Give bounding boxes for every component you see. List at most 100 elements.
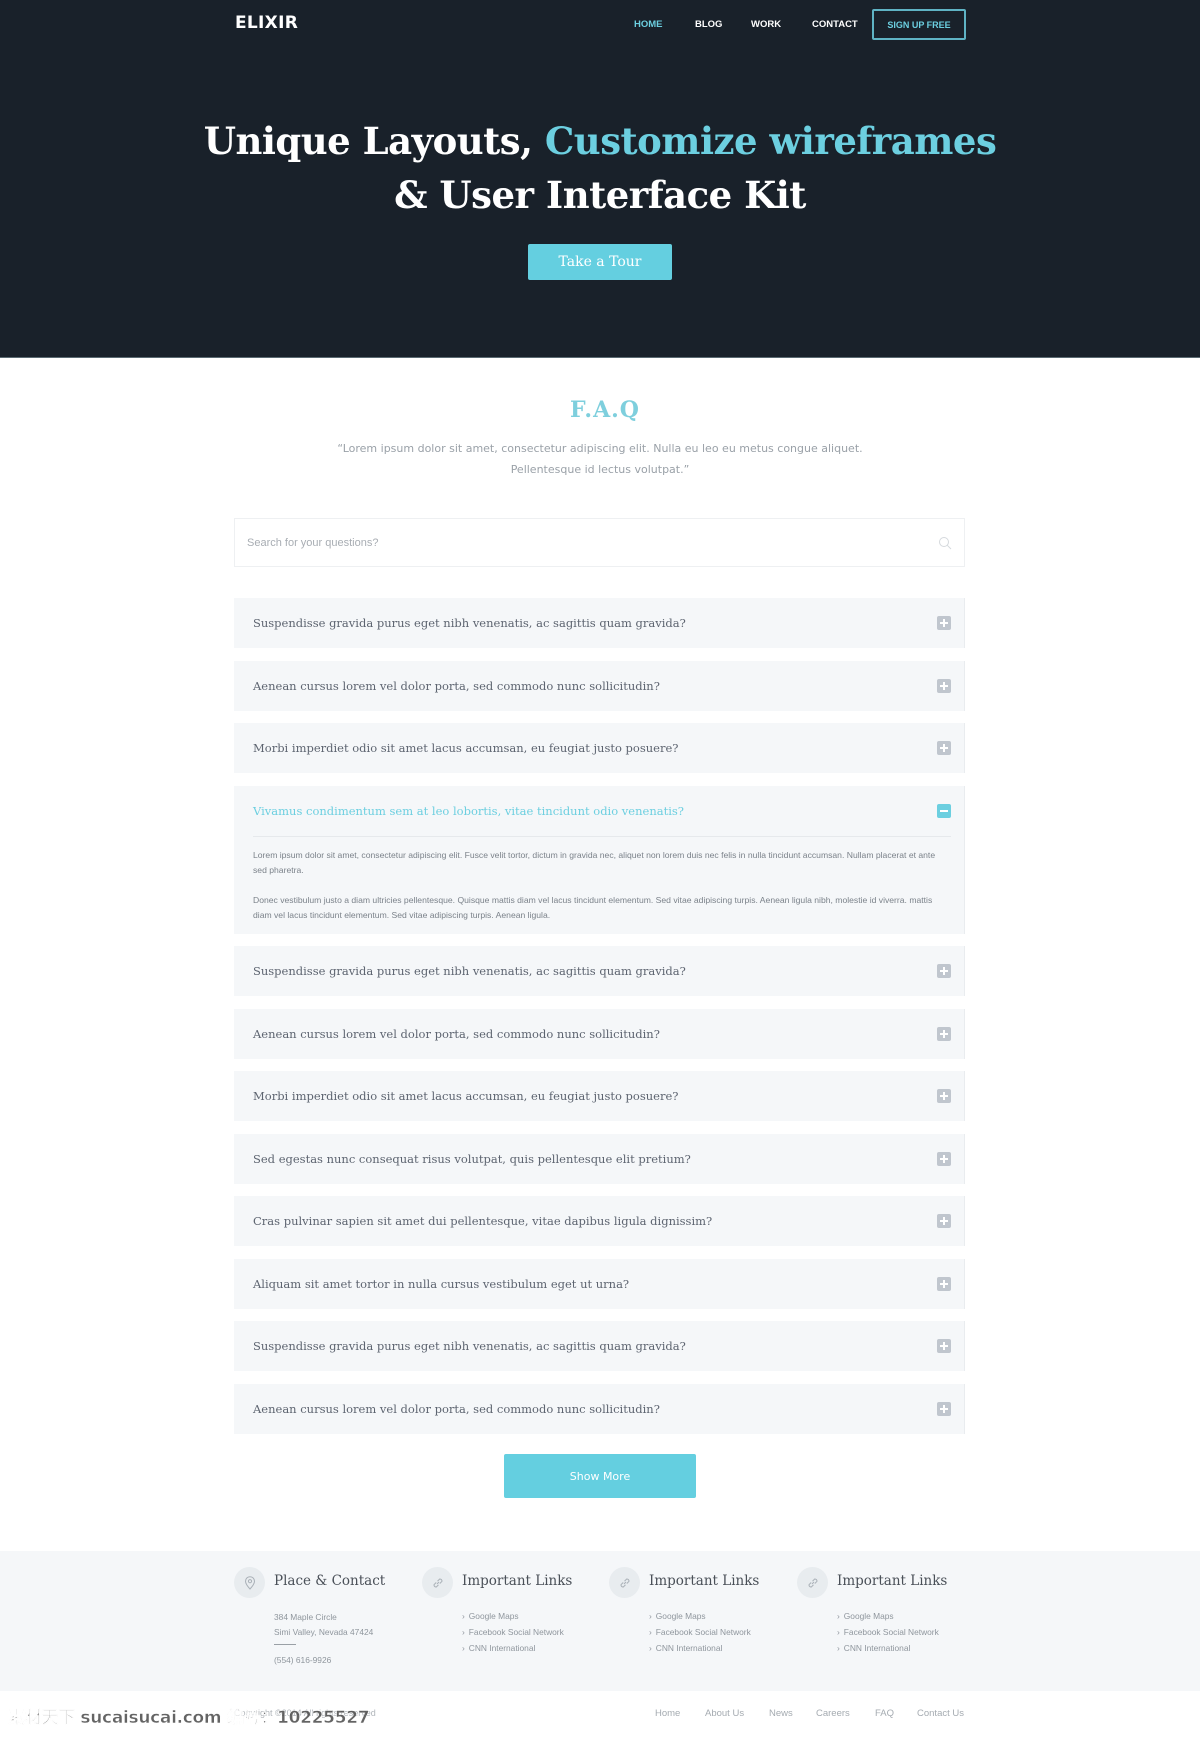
- faq-question[interactable]: Suspendisse gravida purus eget nibh vene…: [253, 598, 686, 648]
- faq-answer-paragraph: Lorem ipsum dolor sit amet, consectetur …: [253, 849, 936, 875]
- contact-divider: [274, 1644, 296, 1645]
- top-nav: ELIXIR HOME BLOG WORK CONTACT SIGN UP FR…: [0, 0, 1200, 50]
- collapse-minus-icon[interactable]: [937, 803, 951, 818]
- expand-plus-icon[interactable]: [937, 1089, 951, 1103]
- footer-link-label: Google Maps: [468, 1611, 519, 1621]
- link-icon: [422, 1567, 453, 1598]
- faq-subtitle-line2: Pellentesque id lectus volutpat.”: [510, 463, 690, 476]
- footer-links-title: Important Links: [649, 1573, 760, 1589]
- footer-links-list: › Google Maps › Facebook Social Network › CNN…: [649, 1610, 751, 1658]
- faq-item[interactable]: Cras pulvinar sapien sit amet dui pellen…: [234, 1196, 965, 1246]
- faq-question[interactable]: Suspendisse gravida purus eget nibh vene…: [253, 946, 686, 996]
- link-icon: [609, 1567, 640, 1598]
- chevron-right-icon: ›: [462, 1611, 465, 1621]
- nav-contact[interactable]: CONTACT: [812, 19, 858, 30]
- footer-links-list: › Google Maps › Facebook Social Network › CNN…: [462, 1610, 564, 1658]
- footer-link-label: Facebook Social Network: [468, 1627, 564, 1637]
- faq-item[interactable]: Sed egestas nunc consequat risus volutpa…: [234, 1133, 965, 1184]
- faq-item[interactable]: Suspendisse gravida purus eget nibh vene…: [234, 1321, 965, 1371]
- footer-link-label: CNN International: [843, 1643, 911, 1653]
- footer-links-list: › Google Maps › Facebook Social Network › CNN…: [837, 1610, 939, 1658]
- expand-plus-icon[interactable]: [937, 678, 951, 693]
- hero-title: Unique Layouts, Customize wireframes & U…: [0, 114, 1200, 222]
- faq-question[interactable]: Morbi imperdiet odio sit amet lacus accu…: [253, 1071, 678, 1121]
- footer-link-label: Google Maps: [843, 1611, 894, 1621]
- expand-plus-icon[interactable]: [937, 1151, 951, 1166]
- faq-question[interactable]: Aenean cursus lorem vel dolor porta, sed…: [253, 661, 660, 711]
- footer-link-label: Facebook Social Network: [655, 1627, 751, 1637]
- nav-home[interactable]: HOME: [634, 19, 663, 30]
- search-input[interactable]: [235, 519, 964, 566]
- hero-title-accent: Customize wireframes: [544, 119, 997, 163]
- faq-item[interactable]: Suspendisse gravida purus eget nibh vene…: [234, 946, 965, 996]
- bottom-link-careers[interactable]: Careers: [816, 1708, 850, 1719]
- footer-contact-details: 384 Maple Circle Simi Valley, Nevada 474…: [274, 1610, 373, 1668]
- take-a-tour-button[interactable]: Take a Tour: [528, 244, 672, 280]
- watermark: 素材天下 sucaisucai.com 编号：10225527: [8, 1708, 370, 1729]
- faq-item[interactable]: Aenean cursus lorem vel dolor porta, sed…: [234, 1383, 965, 1434]
- faq-subtitle-line1: “Lorem ipsum dolor sit amet, consectetur…: [337, 442, 863, 455]
- expand-plus-icon[interactable]: [937, 741, 951, 755]
- chevron-right-icon: ›: [462, 1643, 465, 1653]
- faq-item[interactable]: Aenean cursus lorem vel dolor porta, sed…: [234, 660, 965, 711]
- hero-title-part1: Unique Layouts,: [203, 119, 545, 163]
- sign-up-button[interactable]: SIGN UP FREE: [872, 9, 966, 40]
- expand-plus-icon[interactable]: [937, 964, 951, 978]
- footer-link-label: CNN International: [655, 1643, 723, 1653]
- faq-title: F.A.Q: [570, 397, 640, 423]
- expand-plus-icon[interactable]: [937, 616, 951, 630]
- footer-contact-title: Place & Contact: [274, 1573, 386, 1589]
- faq-item-expanded[interactable]: Vivamus condimentum sem at leo lobortis,…: [234, 785, 965, 934]
- footer-link-label: Google Maps: [655, 1611, 706, 1621]
- chevron-right-icon: ›: [649, 1627, 652, 1637]
- search-icon[interactable]: [938, 536, 952, 550]
- expand-plus-icon[interactable]: [937, 1026, 951, 1041]
- hero-section: ELIXIR HOME BLOG WORK CONTACT SIGN UP FR…: [0, 0, 1200, 358]
- faq-answer-paragraph: Donec vestibulum justo a diam ultricies …: [253, 894, 933, 920]
- chevron-right-icon: ›: [837, 1611, 840, 1621]
- faq-subtitle: “Lorem ipsum dolor sit amet, consectetur…: [0, 438, 1200, 480]
- faq-item[interactable]: Aenean cursus lorem vel dolor porta, sed…: [234, 1008, 965, 1059]
- chevron-right-icon: ›: [462, 1627, 465, 1637]
- footer-link-label: CNN International: [468, 1643, 536, 1653]
- footer-links-title: Important Links: [837, 1573, 948, 1589]
- faq-question[interactable]: Morbi imperdiet odio sit amet lacus accu…: [253, 723, 678, 773]
- faq-item[interactable]: Morbi imperdiet odio sit amet lacus accu…: [234, 723, 965, 773]
- chevron-right-icon: ›: [649, 1611, 652, 1621]
- bottom-link-faq[interactable]: FAQ: [875, 1708, 894, 1719]
- faq-item[interactable]: Aliquam sit amet tortor in nulla cursus …: [234, 1258, 965, 1309]
- expand-plus-icon[interactable]: [937, 1214, 951, 1228]
- chevron-right-icon: ›: [649, 1643, 652, 1653]
- faq-item[interactable]: Suspendisse gravida purus eget nibh vene…: [234, 598, 965, 648]
- footer: Place & Contact 384 Maple Circle Simi Va…: [0, 1551, 1200, 1691]
- link-icon: [797, 1567, 828, 1598]
- faq-item[interactable]: Morbi imperdiet odio sit amet lacus accu…: [234, 1071, 965, 1121]
- bottom-link-about-us[interactable]: About Us: [705, 1708, 744, 1719]
- bottom-link-contact-us[interactable]: Contact Us: [917, 1708, 964, 1719]
- show-more-button[interactable]: Show More: [504, 1454, 696, 1498]
- footer-link-label: Facebook Social Network: [843, 1627, 939, 1637]
- faq-question[interactable]: Cras pulvinar sapien sit amet dui pellen…: [253, 1196, 712, 1246]
- expand-plus-icon[interactable]: [937, 1339, 951, 1353]
- faq-question[interactable]: Suspendisse gravida purus eget nibh vene…: [253, 1321, 686, 1371]
- faq-question[interactable]: Sed egestas nunc consequat risus volutpa…: [253, 1134, 691, 1184]
- faq-question[interactable]: Aenean cursus lorem vel dolor porta, sed…: [253, 1009, 660, 1059]
- nav-blog[interactable]: BLOG: [695, 19, 722, 30]
- address-line-2: Simi Valley, Nevada 47424: [274, 1626, 374, 1637]
- faq-question[interactable]: Aliquam sit amet tortor in nulla cursus …: [253, 1259, 629, 1309]
- bottom-link-news[interactable]: News: [769, 1708, 793, 1719]
- faq-question[interactable]: Aenean cursus lorem vel dolor porta, sed…: [253, 1384, 660, 1434]
- bottom-link-home[interactable]: Home: [655, 1708, 680, 1719]
- expand-plus-icon[interactable]: [937, 1276, 951, 1291]
- faq-search: [234, 518, 965, 567]
- map-pin-icon: [234, 1567, 265, 1598]
- logo[interactable]: ELIXIR: [235, 13, 298, 33]
- address-line-1: 384 Maple Circle: [274, 1612, 337, 1622]
- phone-number: (554) 616-9926: [274, 1655, 332, 1665]
- faq-question[interactable]: Vivamus condimentum sem at leo lobortis,…: [253, 786, 684, 836]
- nav-work[interactable]: WORK: [751, 19, 781, 30]
- footer-links-title: Important Links: [462, 1573, 573, 1589]
- faq-divider: [253, 835, 951, 837]
- expand-plus-icon[interactable]: [937, 1401, 951, 1416]
- chevron-right-icon: ›: [837, 1643, 840, 1653]
